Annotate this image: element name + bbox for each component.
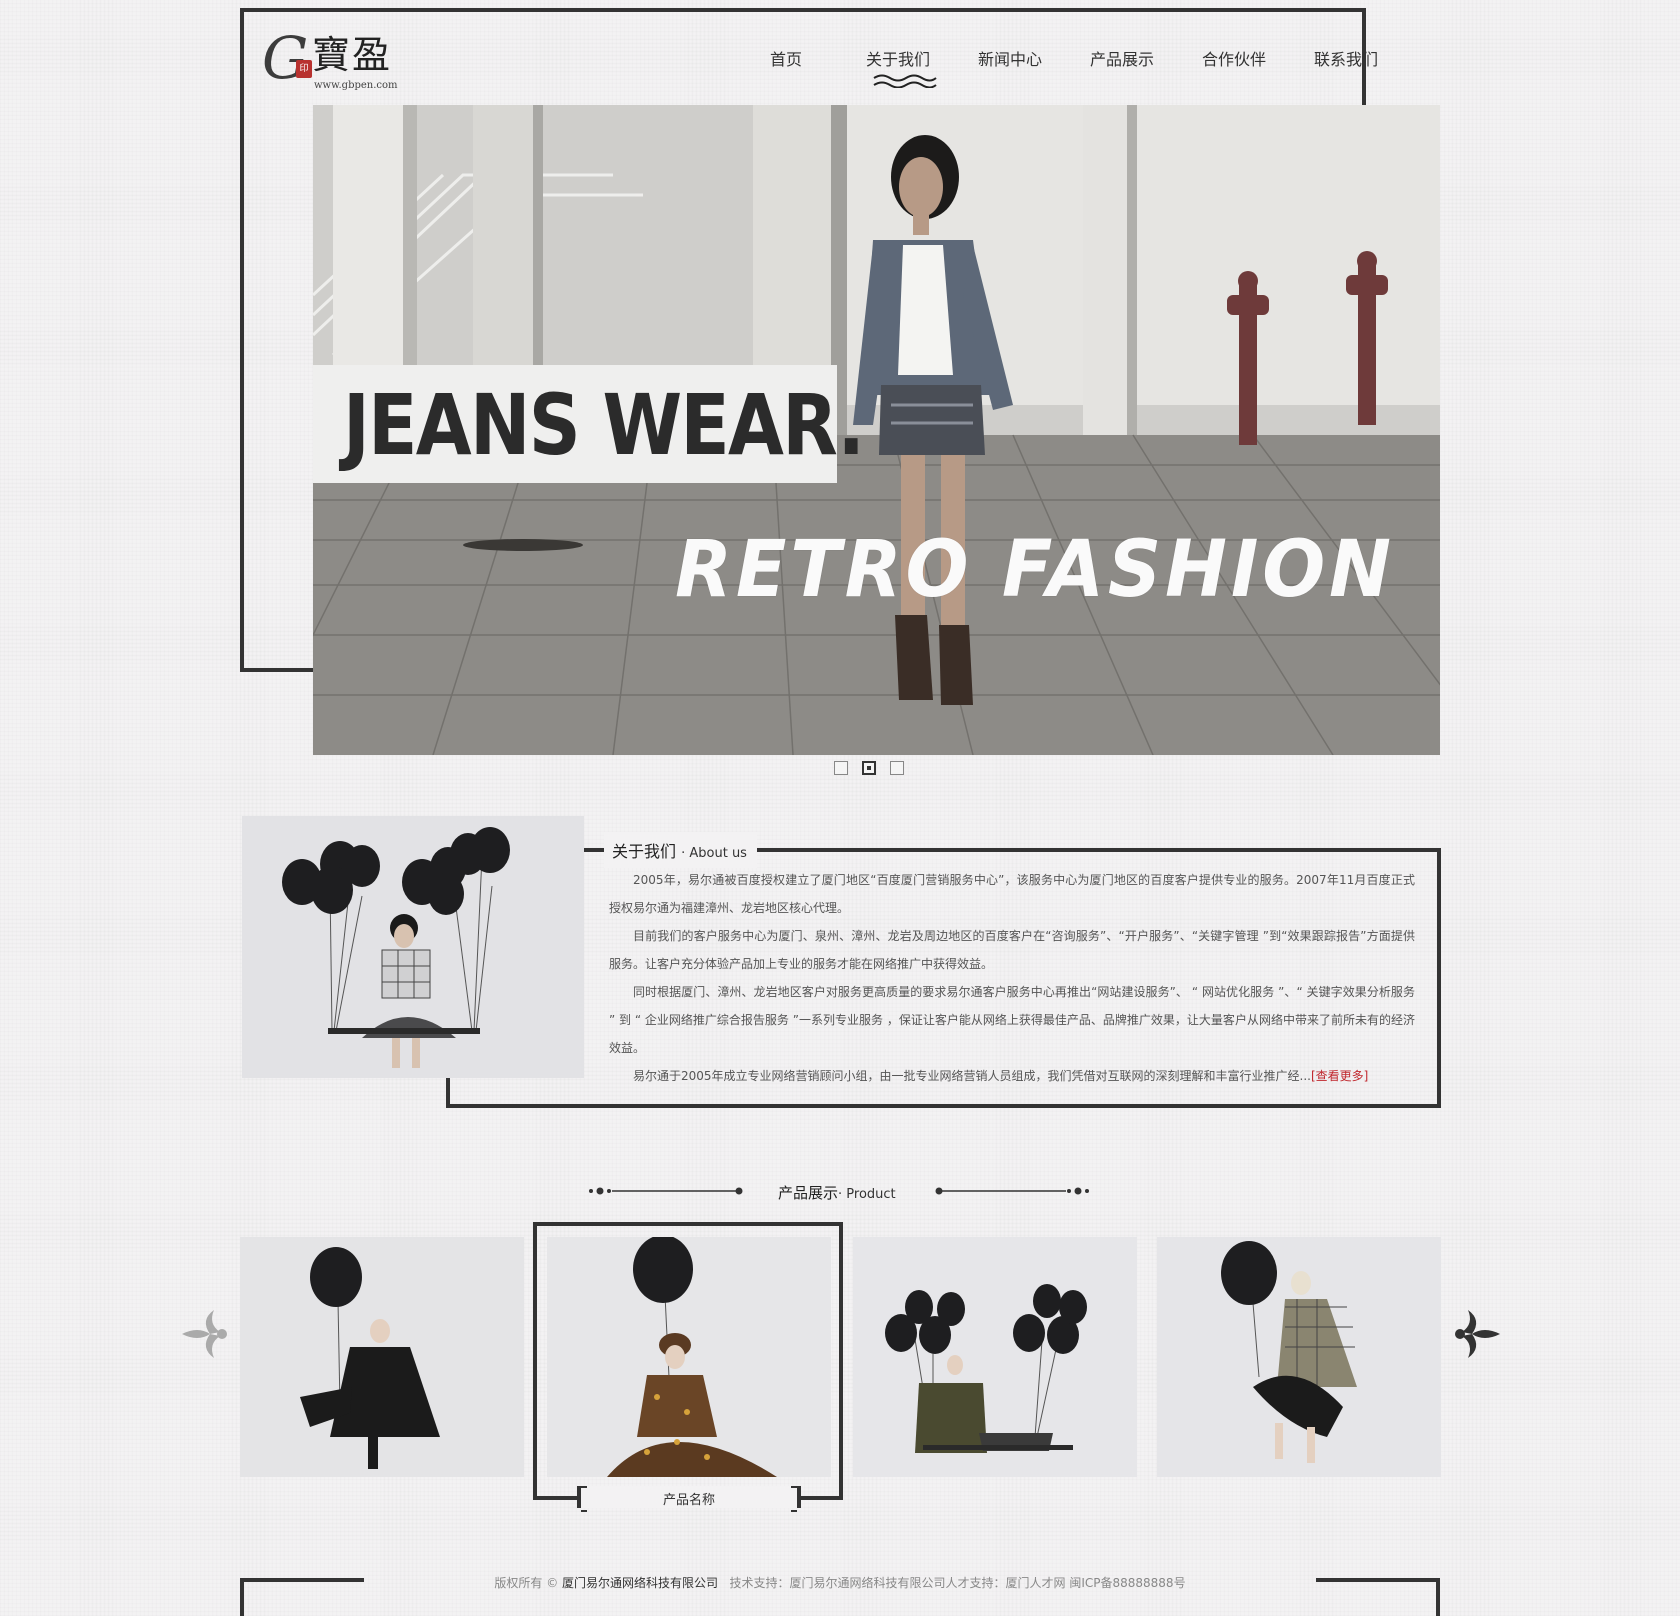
- about-paragraph-1: 2005年，易尔通被百度授权建立了厦门地区“百度厦门营销服务中心”，该服务中心为…: [609, 873, 1415, 915]
- product-card-4[interactable]: [1157, 1237, 1441, 1477]
- banner-title: JEANS WEAR.: [343, 376, 865, 474]
- nav-label: 关于我们: [865, 50, 930, 69]
- nav-item-home[interactable]: 首页: [730, 48, 842, 88]
- about-paragraph-4: 易尔通于2005年成立专业网络营销顾问小组，由一批专业网络营销人员组成，我们凭借…: [609, 1062, 1415, 1090]
- nav-item-about[interactable]: 关于我们: [842, 48, 954, 88]
- product-caption[interactable]: 产品名称: [581, 1489, 797, 1508]
- nav-label: 联系我们: [1313, 50, 1378, 69]
- heading-ornament-left-icon: [589, 1187, 743, 1195]
- logo-letter: G: [262, 24, 309, 92]
- nav-label: 产品展示: [1089, 50, 1154, 69]
- banner-subtitle: RETRO FASHION: [675, 525, 1395, 615]
- nav-label: 新闻中心: [977, 50, 1042, 69]
- products-title: 产品展示: [778, 1184, 839, 1202]
- products-title-en: · Product: [838, 1187, 896, 1202]
- about-paragraph-3: 同时根据厦门、漳州、龙岩地区客户对服务更高质量的要求易尔通客户服务中心再推出“网…: [609, 985, 1415, 1055]
- nav-label: 首页: [769, 50, 802, 69]
- logo-chinese: 寶盈: [312, 33, 393, 77]
- footer-tech-support: 技术支持：厦门易尔通网络科技有限公司人才支持：厦门人才网 闽ICP备888888…: [729, 1576, 1186, 1590]
- product-photo: [240, 1237, 524, 1477]
- about-title: 关于我们: [612, 842, 677, 861]
- prev-arrow-icon[interactable]: [180, 1306, 234, 1362]
- nav-item-news[interactable]: 新闻中心: [954, 48, 1066, 88]
- product-card-1[interactable]: [240, 1237, 524, 1477]
- footer-company: 厦门易尔通网络科技有限公司: [562, 1576, 719, 1590]
- slider-dot-1[interactable]: [834, 761, 848, 775]
- product-card-3[interactable]: [853, 1237, 1137, 1477]
- nav-item-partners[interactable]: 合作伙伴: [1178, 48, 1290, 88]
- nav-item-contact[interactable]: 联系我们: [1290, 48, 1402, 88]
- product-photo: [853, 1237, 1137, 1477]
- hero-banner[interactable]: JEANS WEAR. RETRO FASHION: [313, 105, 1440, 755]
- footer: 版权所有 © 厦门易尔通网络科技有限公司 技术支持：厦门易尔通网络科技有限公司人…: [0, 1574, 1680, 1591]
- logo-url: www.gbpen.com: [314, 80, 398, 91]
- about-title-en: · About us: [681, 846, 747, 861]
- nav-item-products[interactable]: 产品展示: [1066, 48, 1178, 88]
- active-wave-icon: [873, 74, 937, 88]
- footer-copyright: 版权所有 ©: [494, 1576, 563, 1590]
- nav-label: 合作伙伴: [1201, 50, 1266, 69]
- heading-ornament-right-icon: [935, 1187, 1089, 1195]
- slider-dot-2[interactable]: [862, 761, 876, 775]
- next-arrow-icon[interactable]: [1448, 1306, 1502, 1362]
- product-photo: [1157, 1237, 1441, 1477]
- products-title-wrap: 产品展示· Product: [778, 1182, 896, 1203]
- slider-dots: [834, 761, 904, 775]
- product-card-2[interactable]: [547, 1237, 831, 1477]
- about-photo: [242, 816, 584, 1078]
- slider-dot-3[interactable]: [890, 761, 904, 775]
- about-photo-image: [242, 816, 584, 1078]
- about-heading: 关于我们 · About us: [604, 832, 757, 868]
- about-paragraph-4-text: 易尔通于2005年成立专业网络营销顾问小组，由一批专业网络营销人员组成，我们凭借…: [633, 1069, 1311, 1083]
- banner-title-box: JEANS WEAR.: [313, 365, 865, 483]
- site-logo[interactable]: G 寶盈 印 www.gbpen.com: [262, 26, 402, 98]
- product-photo: [547, 1237, 831, 1477]
- product-caption-bar: 产品名称: [577, 1486, 801, 1512]
- about-paragraph-2: 目前我们的客户服务中心为厦门、泉州、漳州、龙岩及周边地区的百度客户在“咨询服务”…: [609, 929, 1415, 971]
- products-heading: 产品展示· Product: [0, 1180, 1680, 1204]
- about-text: 2005年，易尔通被百度授权建立了厦门地区“百度厦门营销服务中心”，该服务中心为…: [609, 866, 1415, 1090]
- read-more-link[interactable]: [查看更多]: [1311, 1069, 1368, 1083]
- logo-seal-icon: 印: [296, 60, 312, 78]
- main-nav: 首页 关于我们 新闻中心 产品展示 合作伙伴 联系我们: [730, 48, 1402, 88]
